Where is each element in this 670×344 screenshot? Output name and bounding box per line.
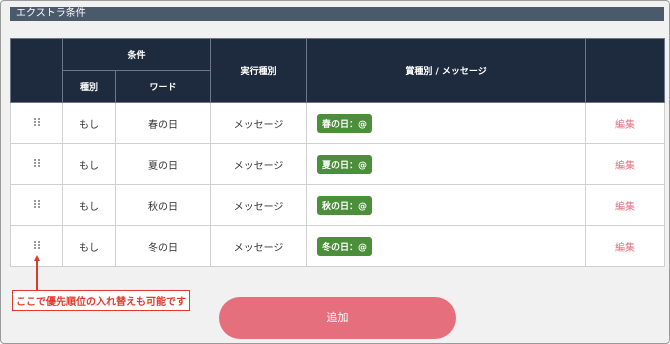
edit-link[interactable]: 編集: [615, 161, 635, 172]
drag-handle[interactable]: [10, 143, 63, 185]
cell-word: 冬の日: [114, 225, 212, 267]
annotation-callout: ここで優先順位の入れ替えも可能です: [12, 290, 190, 311]
message-badge: 夏の日：@: [317, 154, 373, 174]
drag-handle[interactable]: [10, 184, 63, 226]
cell-message: 春の日：@: [306, 102, 587, 144]
drag-handle-icon[interactable]: [33, 240, 40, 249]
header-type: 種別: [62, 70, 116, 103]
cell-type: もし: [62, 102, 116, 144]
cell-edit: 編集: [585, 143, 666, 185]
cell-edit: 編集: [585, 184, 666, 226]
drag-handle-icon[interactable]: [33, 199, 40, 208]
cell-edit: 編集: [585, 225, 666, 267]
cell-exec-type: メッセージ: [210, 225, 308, 267]
drag-handle[interactable]: [10, 102, 63, 144]
message-badge: 冬の日：@: [317, 236, 373, 256]
cell-type: もし: [62, 184, 116, 226]
cell-type: もし: [62, 225, 116, 267]
cell-word: 春の日: [114, 102, 212, 144]
header-drag-column: [10, 38, 63, 103]
drag-handle-icon[interactable]: [33, 158, 40, 167]
message-badge: 秋の日：@: [317, 195, 373, 215]
cell-word: 夏の日: [114, 143, 212, 185]
table-row: もし 冬の日 メッセージ 冬の日：@ 編集: [10, 225, 666, 267]
table-row: もし 秋の日 メッセージ 秋の日：@ 編集: [10, 184, 666, 226]
annotation-arrow: [34, 255, 40, 291]
table-row: もし 夏の日 メッセージ 夏の日：@ 編集: [10, 143, 666, 185]
add-button[interactable]: 追加: [219, 297, 456, 339]
table-row: もし 春の日 メッセージ 春の日：@ 編集: [10, 102, 666, 144]
cell-word: 秋の日: [114, 184, 212, 226]
drag-handle-icon[interactable]: [33, 117, 40, 126]
message-badge: 春の日：@: [317, 113, 373, 133]
cell-type: もし: [62, 143, 116, 185]
edit-link[interactable]: 編集: [615, 202, 635, 213]
cell-message: 夏の日：@: [306, 143, 587, 185]
header-prize-message: 賞種別 / メッセージ: [306, 38, 587, 103]
header-condition: 条件: [61, 38, 212, 71]
header-actions: [585, 38, 666, 103]
cell-exec-type: メッセージ: [210, 184, 308, 226]
edit-link[interactable]: 編集: [615, 243, 635, 254]
conditions-table: 条件 実行種別 賞種別 / メッセージ 種別 ワード もし 春の日 メッセージ …: [10, 38, 666, 267]
cell-exec-type: メッセージ: [210, 143, 308, 185]
edit-link[interactable]: 編集: [615, 120, 635, 131]
cell-message: 秋の日：@: [306, 184, 587, 226]
cell-message: 冬の日：@: [306, 225, 587, 267]
section-title: エクストラ条件: [10, 7, 664, 21]
header-word: ワード: [114, 70, 212, 103]
header-exec-type: 実行種別: [210, 38, 308, 103]
cell-exec-type: メッセージ: [210, 102, 308, 144]
cell-edit: 編集: [585, 102, 666, 144]
